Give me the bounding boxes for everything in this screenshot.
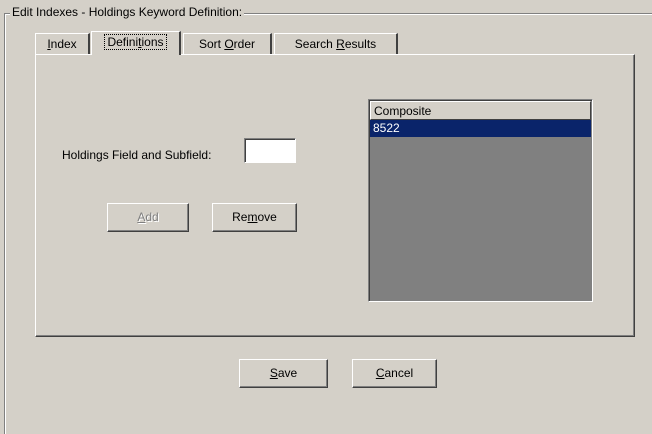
remove-button[interactable]: Remove bbox=[212, 203, 297, 232]
tab-label: Sort Order bbox=[198, 37, 256, 51]
holdings-field-label: Holdings Field and Subfield: bbox=[62, 148, 212, 162]
tab-definitions[interactable]: Definitions bbox=[91, 31, 181, 55]
groupbox-title: Edit Indexes - Holdings Keyword Definiti… bbox=[10, 5, 245, 19]
add-button[interactable]: Add bbox=[107, 203, 189, 232]
cancel-button[interactable]: Cancel bbox=[352, 359, 437, 388]
holdings-field-input[interactable] bbox=[244, 138, 296, 163]
tab-search-results[interactable]: Search Results bbox=[274, 33, 398, 54]
composite-listbox[interactable]: Composite 8522 bbox=[368, 99, 593, 302]
save-button[interactable]: Save bbox=[239, 359, 328, 388]
tab-sort-order[interactable]: Sort Order bbox=[183, 33, 272, 54]
tab-label: Search Results bbox=[294, 37, 377, 51]
composite-column-header[interactable]: Composite bbox=[370, 101, 591, 120]
list-item[interactable]: 8522 bbox=[370, 120, 591, 137]
tab-label: Index bbox=[47, 37, 77, 51]
tab-label: Definitions bbox=[104, 34, 167, 50]
tab-index[interactable]: Index bbox=[35, 33, 90, 54]
